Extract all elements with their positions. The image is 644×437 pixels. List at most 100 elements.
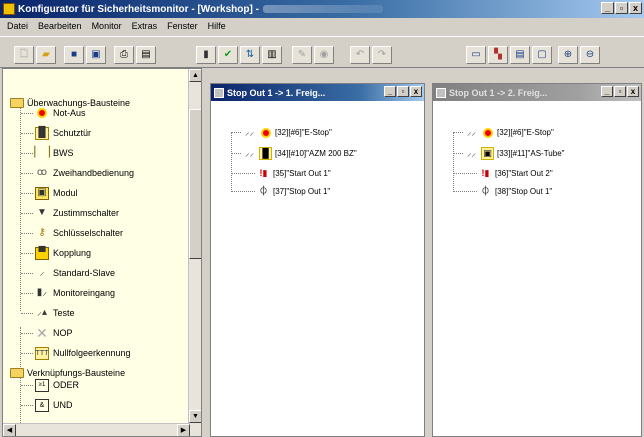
menubar: Datei Bearbeiten Monitor Extras Fenster … — [0, 18, 644, 34]
disabled-eye-icon[interactable]: ◉ — [314, 46, 334, 64]
tree-item-label: ODER — [53, 380, 80, 390]
menu-datei[interactable]: Datei — [2, 21, 33, 31]
tree-connector — [21, 213, 33, 214]
tree-item-nullfolge[interactable]: TTT Nullfolgeerkennung — [35, 345, 131, 361]
monitor-input-icon: ▮⸝ — [36, 287, 48, 298]
maximize-button[interactable]: ▫ — [615, 2, 628, 14]
tree-item-zweihand[interactable]: ꝏ Zweihandbedienung — [35, 165, 134, 181]
menu-extras[interactable]: Extras — [127, 21, 163, 31]
window-controls: _ ▫ x — [601, 2, 642, 14]
window-icon[interactable]: ▭ — [466, 46, 486, 64]
tree-item-oder[interactable]: ≥1 ODER — [35, 377, 79, 393]
tree-item-teste[interactable]: ⸝▴ Teste — [35, 305, 75, 321]
logic-window-1-titlebar[interactable]: Stop Out 1 -> 1. Freig... _ ▫ x — [211, 84, 424, 101]
tree-item-not-aus[interactable]: Not-Aus — [35, 105, 86, 121]
disabled-tool-icon[interactable]: ✎ — [292, 46, 312, 64]
scroll-up-button[interactable]: ▲ — [189, 69, 201, 82]
minimize-button[interactable]: _ — [601, 2, 614, 14]
tree-item-und[interactable]: & UND — [35, 397, 73, 413]
logic-window-2[interactable]: Stop Out 1 -> 2. Freig... _ ▫ x ⸝⸝ [32][… — [432, 83, 642, 437]
start-icon: !▮ — [481, 168, 490, 178]
logic-node[interactable]: ⸝⸝ [32][#6]"E-Stop" — [243, 125, 332, 140]
tree-connector — [21, 405, 33, 406]
tree-item-schutztuer[interactable]: ▐▌ Schutztür — [35, 125, 91, 141]
node-label: [35]"Start Out 1" — [273, 169, 331, 178]
check-icon[interactable]: ✔ — [218, 46, 238, 64]
scroll-right-button[interactable]: ▶ — [177, 424, 190, 436]
logic-node[interactable]: !▮ [35]"Start Out 1" — [257, 166, 331, 181]
logic-node[interactable]: !▮ [36]"Start Out 2" — [479, 166, 553, 181]
folder-icon — [10, 368, 24, 378]
and-gate-icon: & — [35, 398, 49, 412]
tree-vertical-scrollbar[interactable]: ▲ ▼ — [188, 69, 201, 436]
close-button[interactable]: x — [410, 86, 422, 97]
minimize-button[interactable]: _ — [601, 86, 613, 97]
new-document-icon[interactable]: 🗋 — [14, 46, 34, 64]
menu-fenster[interactable]: Fenster — [162, 21, 203, 31]
menu-hilfe[interactable]: Hilfe — [203, 21, 231, 31]
tree-item-bws[interactable]: ▏▕ BWS — [34, 145, 74, 161]
maximize-button[interactable]: ▫ — [614, 86, 626, 97]
maximize-window-icon[interactable]: ▢ — [532, 46, 552, 64]
tree-connector — [21, 385, 33, 386]
tree-horizontal-scrollbar[interactable]: ◀ ▶ — [3, 423, 190, 436]
logic-node[interactable]: ⸝⸝ ▣ [33][#11]"AS-Tube" — [465, 146, 565, 161]
tree-item-label: BWS — [53, 148, 74, 158]
print-icon[interactable]: ⎙ — [114, 46, 134, 64]
save-all-icon[interactable]: ▣ — [86, 46, 106, 64]
contact-icon: ⸝⸝ — [466, 127, 476, 137]
menu-bearbeiten[interactable]: Bearbeiten — [33, 21, 87, 31]
tree-item-label: Kopplung — [53, 248, 92, 258]
tree-connector — [21, 313, 33, 314]
zoom-in-icon[interactable]: ⊕ — [558, 46, 578, 64]
logic-window-2-titlebar[interactable]: Stop Out 1 -> 2. Freig... _ ▫ x — [433, 84, 641, 101]
tree-connector — [21, 273, 33, 274]
node-label: [38]"Stop Out 1" — [495, 187, 553, 196]
tree-item-label: Modul — [53, 188, 78, 198]
tree-item-nop[interactable]: ✕ NOP — [35, 325, 72, 341]
undo-icon[interactable]: ↶ — [350, 46, 370, 64]
close-button[interactable]: x — [627, 86, 639, 97]
tree-item-label: Schlüsselschalter — [53, 228, 124, 238]
logic-node[interactable]: ⸝⸝ ▐▌ [34][#10]"AZM 200 BZ" — [243, 146, 357, 161]
tile-icon[interactable]: ▚ — [488, 46, 508, 64]
monitor-icon[interactable]: ▮ — [196, 46, 216, 64]
node-label: [33][#11]"AS-Tube" — [497, 149, 565, 158]
tree-item-label: Not-Aus — [53, 108, 86, 118]
transfer-icon[interactable]: ⇅ — [240, 46, 260, 64]
open-folder-icon[interactable]: ▰ — [36, 46, 56, 64]
scroll-thumb[interactable] — [189, 109, 201, 259]
coupling-icon: ▀ — [35, 246, 49, 260]
safety-door-icon: ▐▌ — [34, 126, 50, 140]
minimize-button[interactable]: _ — [384, 86, 396, 97]
tree-item-standard-slave[interactable]: ⸝ Standard-Slave — [35, 265, 116, 281]
print-preview-icon[interactable]: ▤ — [136, 46, 156, 64]
scroll-left-button[interactable]: ◀ — [3, 424, 16, 436]
tree-connector — [21, 153, 33, 154]
tree-item-zustimmschalter[interactable]: ▼ Zustimmschalter — [35, 205, 119, 221]
logic-node[interactable]: ⏀ [37]"Stop Out 1" — [257, 184, 330, 199]
tree-item-schluesselschalter[interactable]: ⚷ Schlüsselschalter — [35, 225, 123, 241]
document-icon — [214, 87, 224, 98]
cascade-icon[interactable]: ▤ — [510, 46, 530, 64]
tree-item-monitoreingang[interactable]: ▮⸝ Monitoreingang — [35, 285, 115, 301]
close-button[interactable]: x — [629, 2, 642, 14]
logic-window-1[interactable]: Stop Out 1 -> 1. Freig... _ ▫ x ⸝⸝ [32][… — [210, 83, 425, 437]
zoom-out-icon[interactable]: ⊖ — [580, 46, 600, 64]
tree-item-kopplung[interactable]: ▀ Kopplung — [35, 245, 91, 261]
stop-output-icon: ⏀ — [258, 186, 268, 196]
logic-node[interactable]: ⸝⸝ [32][#6]"E-Stop" — [465, 125, 554, 140]
maximize-button[interactable]: ▫ — [397, 86, 409, 97]
toolbar: 🗋 ▰ ■ ▣ ⎙ ▤ ▮ ✔ ⇅ ▥ ✎ ◉ ↶ ↷ ▭ ▚ ▤ ▢ ⊕ ⊖ — [0, 36, 644, 68]
tree-item-modul[interactable]: ▣ Modul — [35, 185, 78, 201]
document-icon — [436, 87, 446, 98]
component-tree: Überwachungs-Bausteine Not-Aus ▐▌ Schutz… — [2, 68, 202, 437]
redo-icon[interactable]: ↷ — [372, 46, 392, 64]
save-icon[interactable]: ■ — [64, 46, 84, 64]
folder-icon — [10, 98, 24, 108]
menu-monitor[interactable]: Monitor — [87, 21, 127, 31]
scroll-down-button[interactable]: ▼ — [189, 410, 201, 423]
info-icon[interactable]: ▥ — [262, 46, 282, 64]
logic-node[interactable]: ⏀ [38]"Stop Out 1" — [479, 184, 552, 199]
zero-sequence-icon: TTT — [35, 346, 49, 360]
